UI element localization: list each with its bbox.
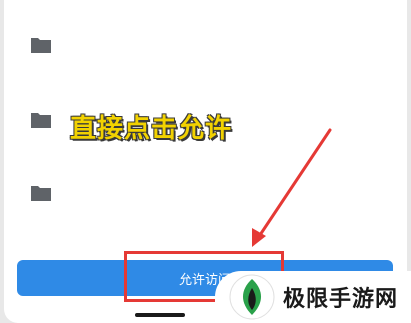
watermark: 极限手游网 <box>215 271 411 323</box>
watermark-text: 极限手游网 <box>283 287 399 312</box>
leaf-logo-icon <box>229 274 275 320</box>
home-indicator <box>135 313 185 317</box>
folder-row[interactable] <box>26 30 386 60</box>
folder-icon <box>31 38 51 53</box>
folder-icon <box>31 113 51 128</box>
folder-row[interactable] <box>26 178 386 208</box>
instruction-caption: 直接点击允许 <box>70 114 233 144</box>
folder-icon <box>31 186 51 201</box>
